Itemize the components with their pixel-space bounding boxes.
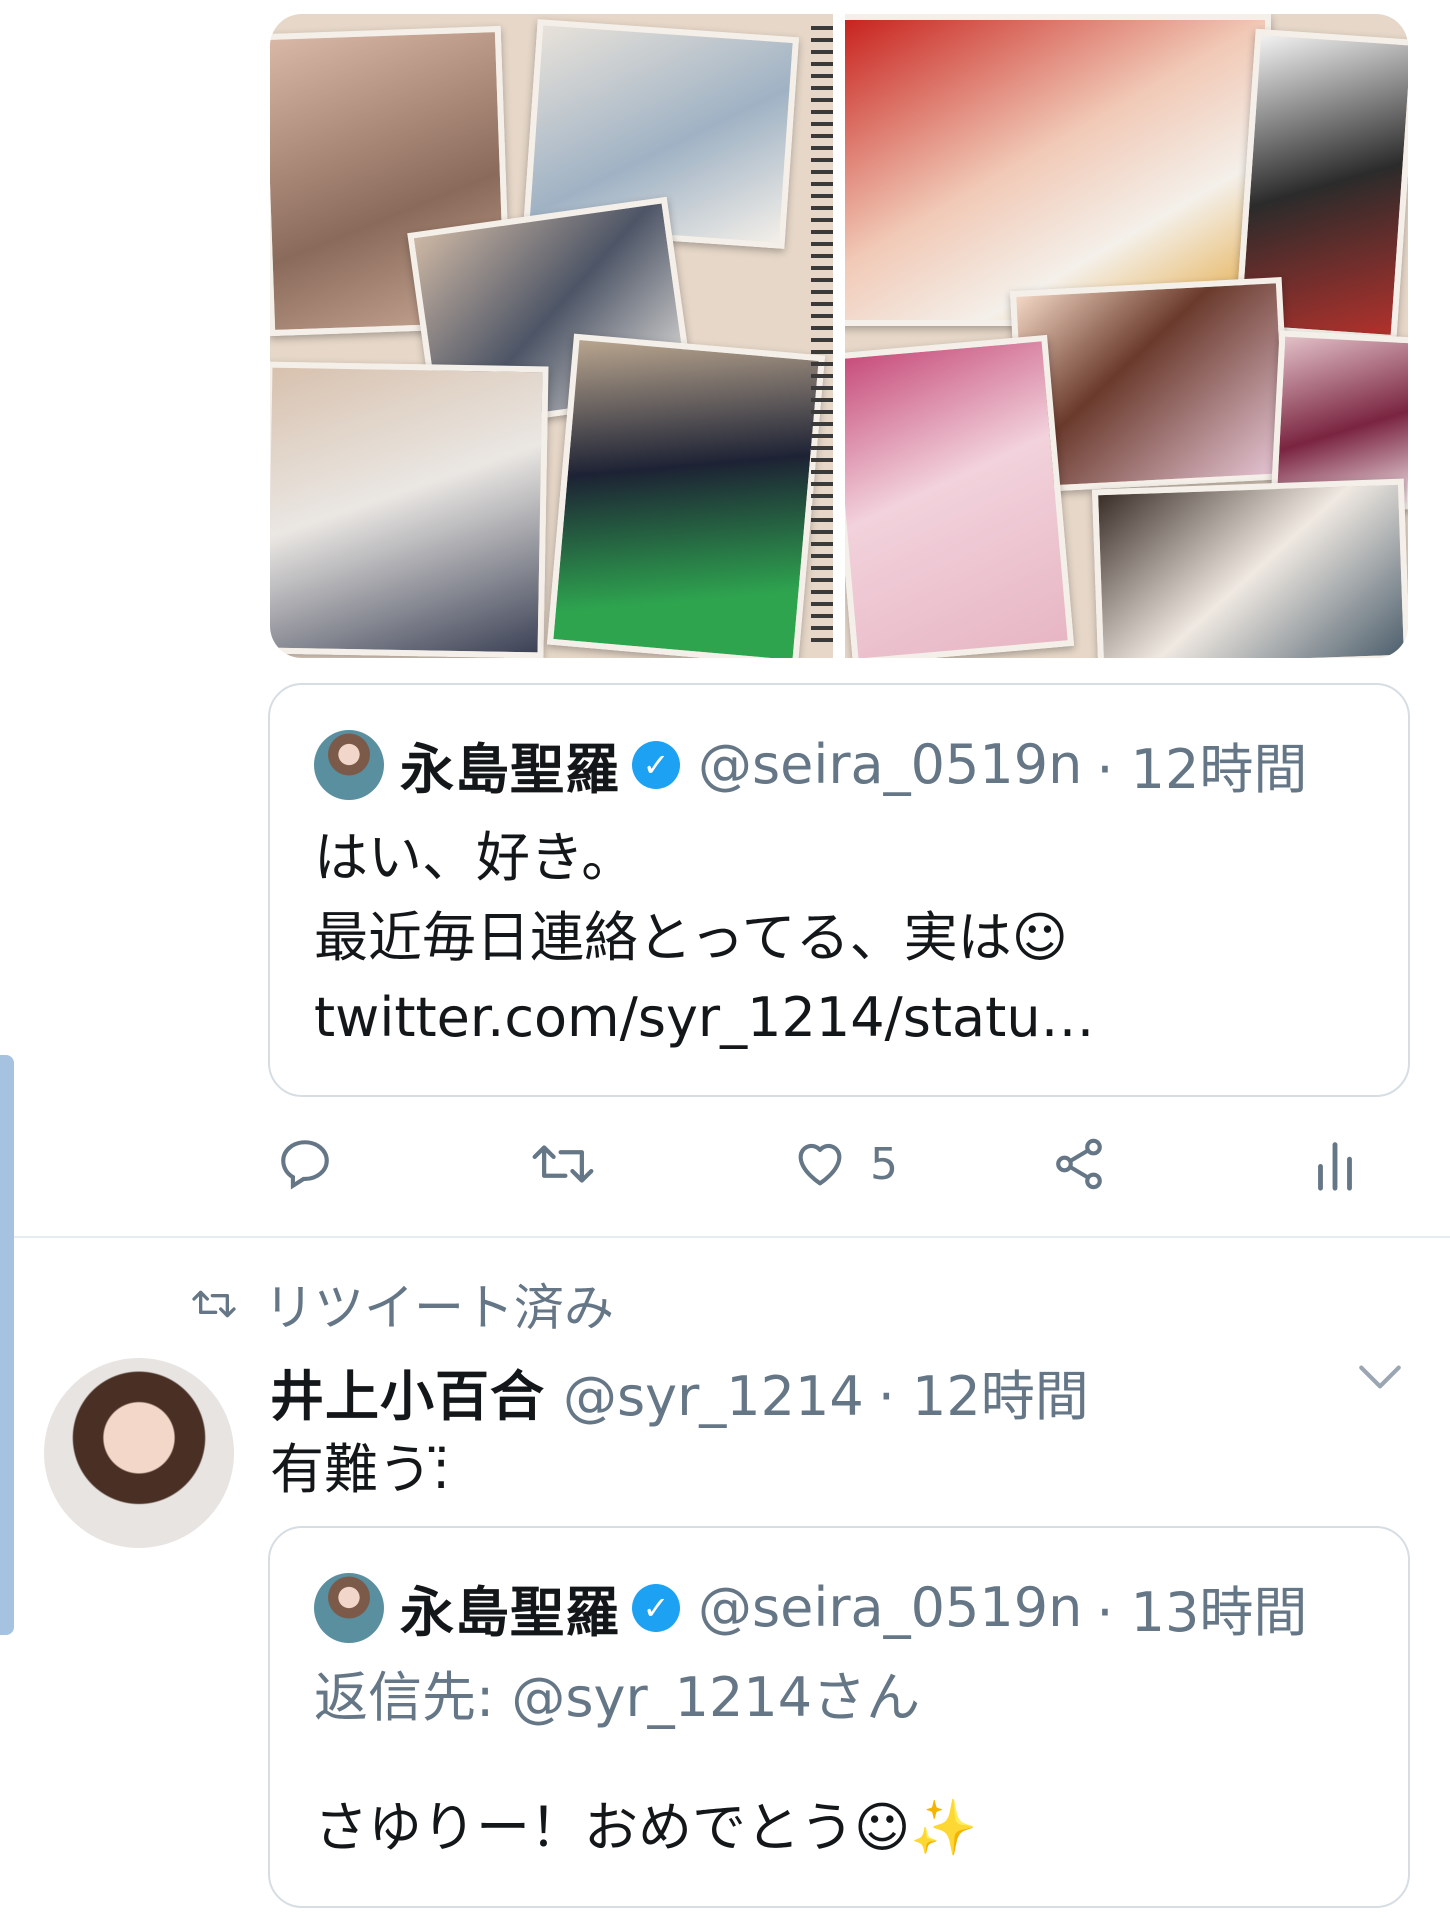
reply-to-label[interactable]: 返信先: @syr_1214さん xyxy=(314,1658,920,1738)
quoted-tweet-time: · 12時間 xyxy=(1096,738,1308,801)
notebook-spiral xyxy=(811,26,833,646)
tweet-divider xyxy=(14,1236,1450,1238)
retweet-button[interactable] xyxy=(530,1135,596,1193)
quoted-tweet-text: はい、好き。 最近毎日連絡とってる、実は☺ twitter.com/syr_12… xyxy=(314,826,1095,1049)
retweet-icon xyxy=(532,1145,594,1183)
collage-photo xyxy=(845,334,1075,658)
chevron-down-icon xyxy=(1359,1365,1401,1389)
reply-icon xyxy=(281,1140,329,1190)
quoted-author-name[interactable]: 永島聖羅 xyxy=(400,1568,620,1647)
collage-photo xyxy=(270,361,549,658)
author-name[interactable]: 井上小百合 xyxy=(270,1352,545,1431)
quoted-tweet-text: さゆりー！おめでとう☺✨ xyxy=(314,1796,978,1859)
collage-photo xyxy=(546,333,826,658)
collage-right-page xyxy=(845,14,1408,658)
author-handle[interactable]: @syr_1214 xyxy=(563,1365,864,1428)
verified-icon: ✓ xyxy=(632,740,680,789)
quoted-author-avatar[interactable] xyxy=(314,1572,384,1643)
share-icon xyxy=(1056,1138,1102,1190)
analytics-icon xyxy=(1318,1142,1352,1191)
tweet-header: 井上小百合 @syr_1214 · 12時間 xyxy=(270,1352,1089,1431)
share-button[interactable] xyxy=(1050,1135,1108,1193)
like-button[interactable]: 5 xyxy=(790,1135,898,1193)
analytics-button[interactable] xyxy=(1310,1135,1360,1193)
retweet-icon xyxy=(192,1290,236,1318)
quoted-tweet-card[interactable]: 永島聖羅 ✓ @seira_0519n · 13時間 返信先: @syr_121… xyxy=(268,1526,1410,1908)
like-icon xyxy=(798,1143,842,1186)
quoted-author-handle[interactable]: @seira_0519n xyxy=(698,733,1082,796)
collage-photo xyxy=(1091,478,1408,658)
tweet-text: 有難う:̈ xyxy=(270,1438,451,1501)
like-count: 5 xyxy=(870,1138,898,1190)
quoted-tweet-card[interactable]: 永島聖羅 ✓ @seira_0519n · 12時間 はい、好き。 最近毎日連絡… xyxy=(268,683,1410,1097)
quoted-tweet-time: · 13時間 xyxy=(1096,1581,1308,1644)
quoted-author-name[interactable]: 永島聖羅 xyxy=(400,725,620,804)
scroll-indicator[interactable] xyxy=(0,1055,14,1635)
quoted-author-avatar[interactable] xyxy=(314,729,384,800)
reply-button[interactable] xyxy=(276,1135,334,1193)
collage-left-page xyxy=(270,14,833,658)
quoted-author-handle[interactable]: @seira_0519n xyxy=(698,1576,1082,1639)
verified-icon: ✓ xyxy=(632,1583,680,1632)
tweet-media-image[interactable] xyxy=(270,14,1408,658)
tweet-menu-button[interactable] xyxy=(1357,1362,1403,1396)
collage-photo xyxy=(845,14,1271,326)
retweeted-label: リツイート済み xyxy=(264,1279,614,1337)
tweet-time: · 12時間 xyxy=(877,1365,1089,1428)
retweeted-indicator: リツイート済み xyxy=(190,1268,614,1340)
avatar[interactable] xyxy=(44,1358,234,1548)
